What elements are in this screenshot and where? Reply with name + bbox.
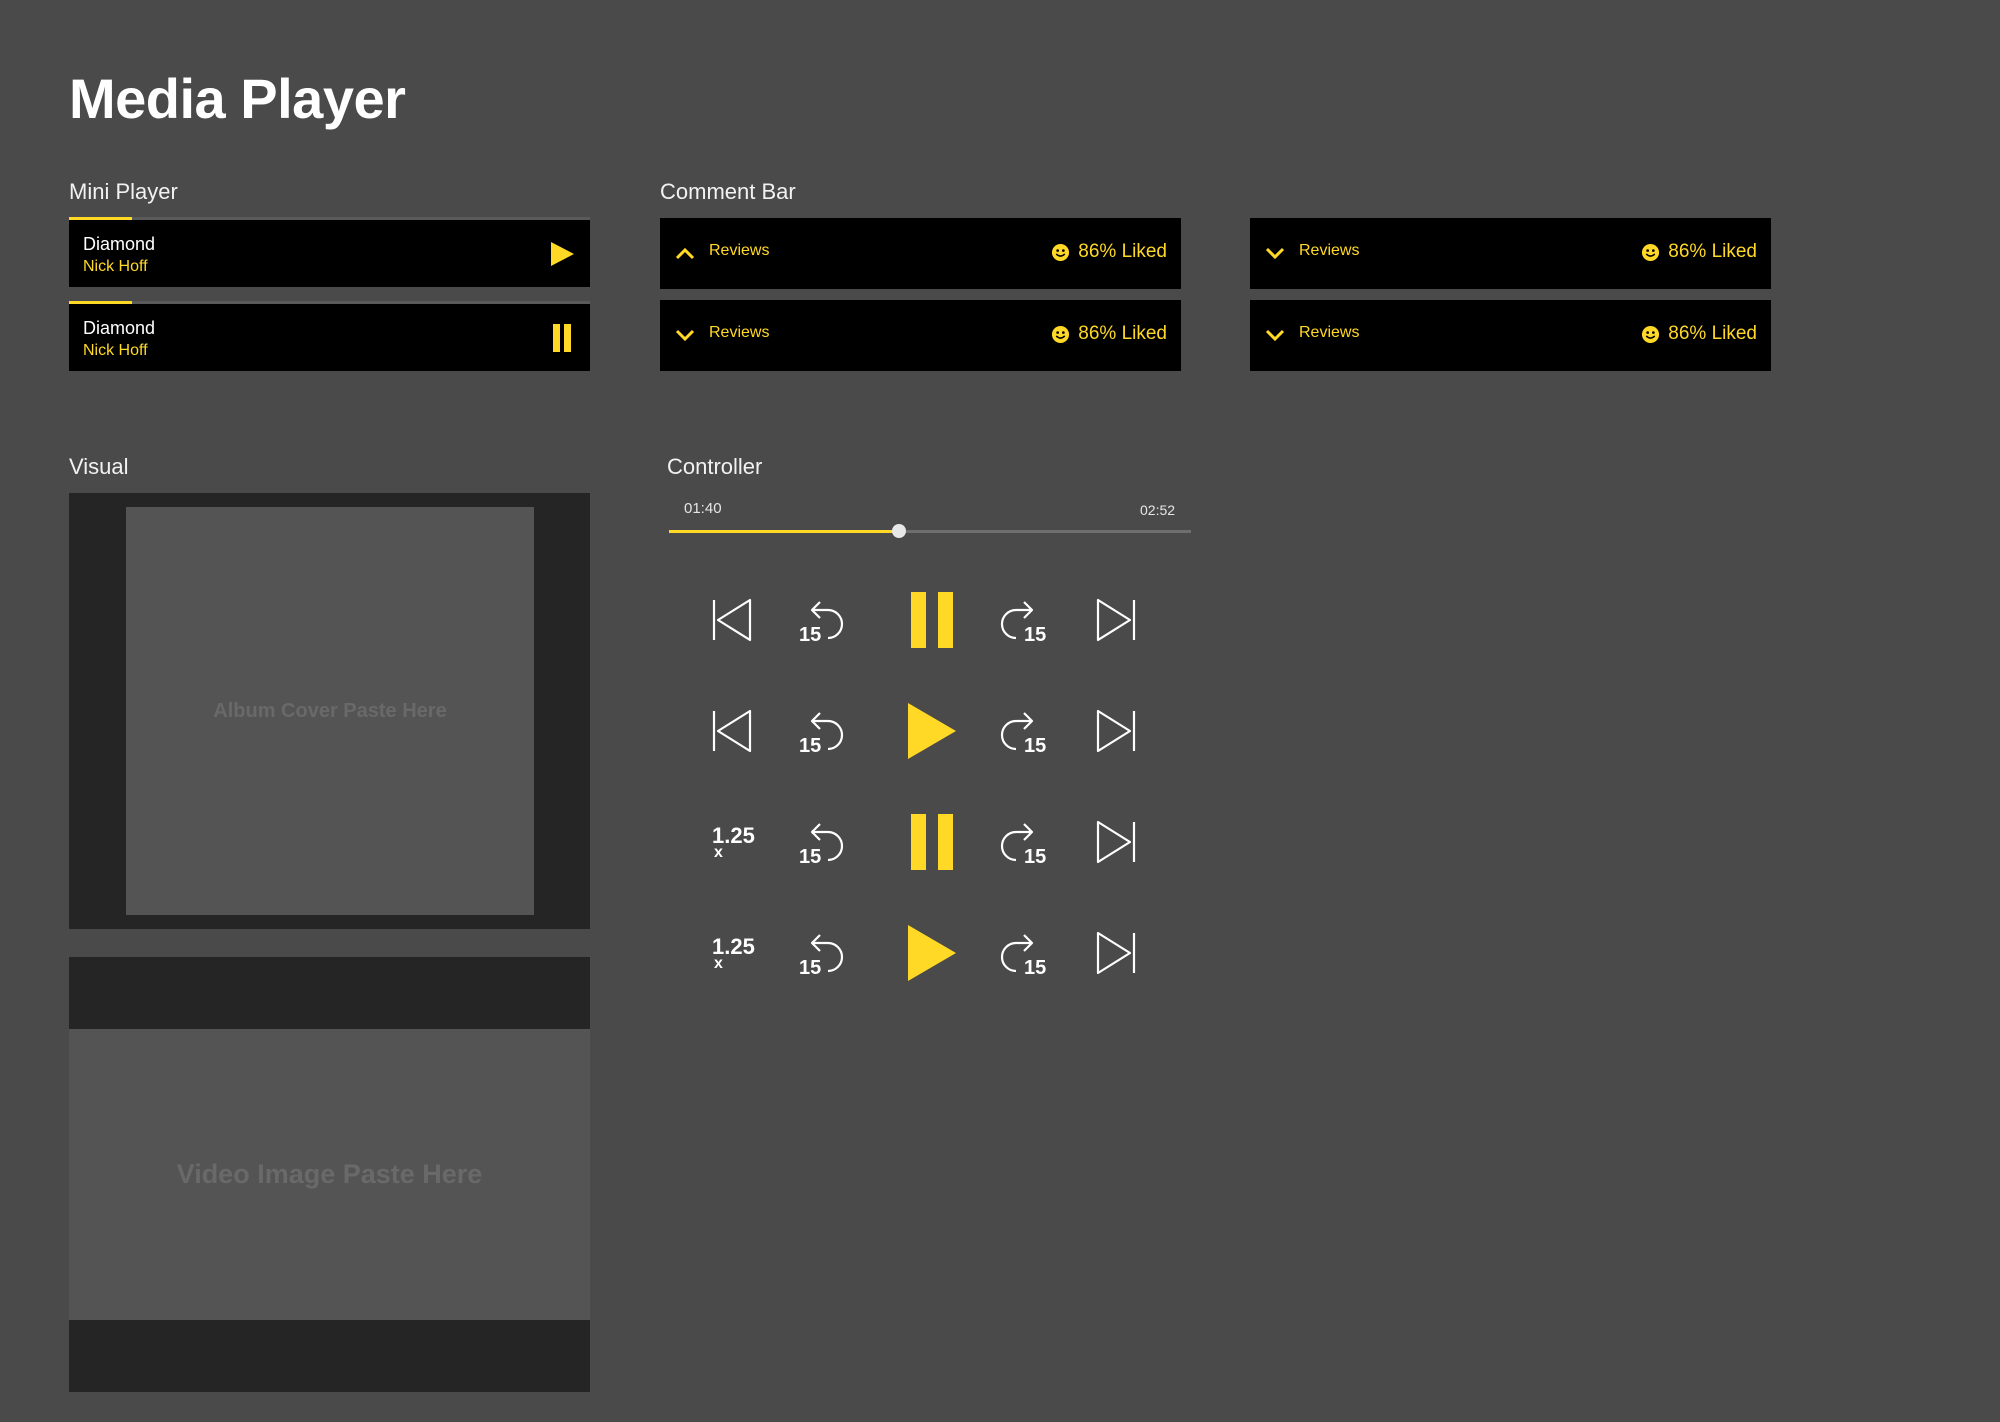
comment-bar-label: Comment Bar: [660, 179, 796, 204]
mini-player-progress[interactable]: [69, 217, 590, 220]
mini-player-label: Mini Player: [69, 179, 178, 204]
skip-previous-icon[interactable]: [700, 588, 764, 652]
comment-bar[interactable]: Reviews 86% Liked: [660, 218, 1181, 289]
song-title: Diamond: [83, 318, 156, 338]
video-frame: Video Image Paste Here: [69, 957, 590, 1392]
speed-suffix: x: [714, 955, 723, 972]
forward-15-icon[interactable]: 15: [990, 699, 1054, 763]
smiley-icon: [1052, 243, 1070, 261]
liked-percentage: 86% Liked: [1078, 323, 1167, 344]
artist-name: Nick Hoff: [83, 342, 148, 359]
controller-row: 15 15: [700, 699, 1160, 763]
mini-player-progress-fill: [69, 301, 132, 304]
pause-icon[interactable]: [900, 588, 964, 652]
chevron-down-icon: [1264, 326, 1286, 344]
forward-15-icon[interactable]: 15: [990, 810, 1054, 874]
liked-percentage: 86% Liked: [1668, 323, 1757, 344]
play-icon[interactable]: [548, 240, 576, 268]
comment-bar[interactable]: Reviews 86% Liked: [1250, 218, 1771, 289]
seek-bar-fill: [669, 530, 899, 533]
album-cover-placeholder: Album Cover Paste Here: [126, 507, 534, 915]
controller-row: 1.25 x 15 15: [700, 921, 1160, 985]
comment-bar[interactable]: Reviews 86% Liked: [1250, 300, 1771, 371]
liked-stat: 86% Liked: [1051, 241, 1167, 263]
liked-stat: 86% Liked: [1641, 323, 1757, 345]
svg-text:15: 15: [799, 624, 821, 646]
visual-label: Visual: [69, 454, 129, 479]
video-placeholder-text: Video Image Paste Here: [176, 1159, 483, 1189]
artist-name: Nick Hoff: [83, 258, 148, 275]
seek-bar-handle[interactable]: [891, 524, 906, 538]
play-icon[interactable]: [900, 921, 964, 985]
skip-next-icon[interactable]: [1084, 699, 1148, 763]
svg-text:15: 15: [1024, 846, 1046, 868]
smiley-icon: [1052, 325, 1070, 343]
skip-previous-icon[interactable]: [700, 699, 764, 763]
liked-percentage: 86% Liked: [1078, 241, 1167, 262]
svg-text:15: 15: [799, 957, 821, 979]
reviews-label: Reviews: [1299, 324, 1360, 341]
rewind-15-icon[interactable]: 15: [790, 588, 854, 652]
liked-percentage: 86% Liked: [1668, 241, 1757, 262]
mini-player-progress-fill: [69, 217, 132, 220]
smiley-icon: [1642, 325, 1660, 343]
mini-player[interactable]: Diamond Nick Hoff: [69, 301, 590, 371]
skip-next-icon[interactable]: [1084, 921, 1148, 985]
page-title: Media Player: [69, 67, 406, 130]
forward-15-icon[interactable]: 15: [990, 921, 1054, 985]
chevron-up-icon: [674, 244, 696, 262]
video-placeholder: Video Image Paste Here: [69, 1029, 590, 1320]
smiley-icon: [1642, 243, 1660, 261]
total-time: 02:52: [1140, 502, 1176, 518]
rewind-15-icon[interactable]: 15: [790, 699, 854, 763]
playback-speed-button[interactable]: 1.25 x: [700, 921, 764, 985]
chevron-down-icon: [674, 326, 696, 344]
liked-stat: 86% Liked: [1641, 241, 1757, 263]
controller-row: 1.25 x 15 15: [700, 810, 1160, 874]
seek-bar[interactable]: [669, 524, 1191, 538]
reviews-label: Reviews: [709, 324, 770, 341]
controller-label: Controller: [667, 454, 763, 479]
rewind-15-icon[interactable]: 15: [790, 921, 854, 985]
playback-speed-button[interactable]: 1.25 x: [700, 810, 764, 874]
comment-bar[interactable]: Reviews 86% Liked: [660, 300, 1181, 371]
rewind-15-icon[interactable]: 15: [790, 810, 854, 874]
chevron-down-icon: [1264, 244, 1286, 262]
reviews-label: Reviews: [709, 242, 770, 259]
controller-row: 15 15: [700, 588, 1160, 652]
speed-suffix: x: [714, 844, 723, 861]
play-icon[interactable]: [900, 699, 964, 763]
album-placeholder-text: Album Cover Paste Here: [213, 699, 447, 722]
pause-icon[interactable]: [900, 810, 964, 874]
song-title: Diamond: [83, 234, 156, 254]
skip-next-icon[interactable]: [1084, 588, 1148, 652]
svg-text:15: 15: [1024, 735, 1046, 757]
mini-player[interactable]: Diamond Nick Hoff: [69, 217, 590, 287]
current-time: 01:40: [684, 500, 722, 517]
svg-text:15: 15: [799, 735, 821, 757]
svg-text:15: 15: [799, 846, 821, 868]
forward-15-icon[interactable]: 15: [990, 588, 1054, 652]
reviews-label: Reviews: [1299, 242, 1360, 259]
skip-next-icon[interactable]: [1084, 810, 1148, 874]
mini-player-progress[interactable]: [69, 301, 590, 304]
liked-stat: 86% Liked: [1051, 323, 1167, 345]
svg-text:15: 15: [1024, 624, 1046, 646]
pause-icon[interactable]: [548, 324, 576, 352]
album-cover-frame: Album Cover Paste Here: [69, 493, 590, 929]
svg-text:15: 15: [1024, 957, 1046, 979]
